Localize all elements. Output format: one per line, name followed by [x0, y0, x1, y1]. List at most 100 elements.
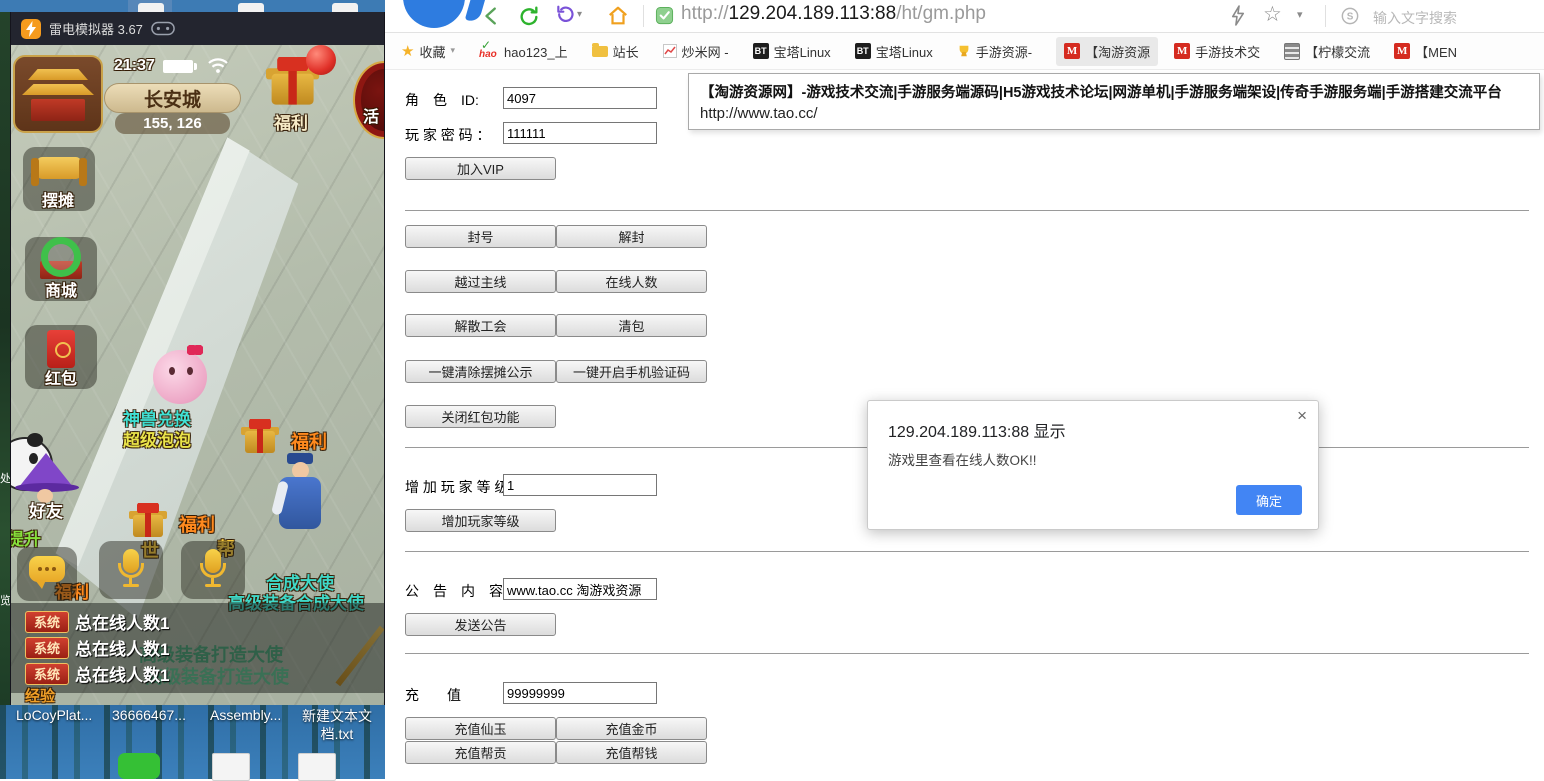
document-icon [1284, 43, 1300, 60]
recharge-banggong-button[interactable]: 充值帮贡 [405, 741, 556, 764]
unban-account-button[interactable]: 解封 [556, 225, 707, 248]
search-engine-icon[interactable]: S [1341, 7, 1359, 25]
pagoda-base [31, 99, 85, 121]
bookmarks-bar: ★ 收藏 ▾ hao✓ hao123_上 站长 炒米网 - BT 宝塔Linux… [385, 33, 1544, 70]
shield-icon[interactable] [655, 6, 674, 27]
desktop-icon-label[interactable]: Assembly... [210, 707, 281, 723]
welfare-npc-label: 福利 [179, 511, 215, 537]
desktop-icon-label[interactable]: 新建文本文档.txt [298, 707, 376, 743]
desktop-icon-label[interactable]: 36666467... [112, 707, 186, 723]
clear-bag-button[interactable]: 清包 [556, 314, 707, 337]
undo-icon[interactable] [555, 5, 575, 25]
m-site-icon: M [1394, 43, 1410, 59]
recharge-gold-button[interactable]: 充值金币 [556, 717, 707, 740]
enable-sms-verify-button[interactable]: 一键开启手机验证码 [556, 360, 707, 383]
world-voice-button[interactable] [99, 541, 163, 599]
desktop-doc-icon[interactable] [212, 753, 250, 781]
system-message-row: 系统 总在线人数1 [25, 635, 169, 660]
browser-logo-icon[interactable] [403, 0, 465, 28]
battery-icon [163, 60, 193, 73]
bookmark-baota-1[interactable]: BT 宝塔Linux [753, 42, 831, 61]
red-packet-button[interactable]: 红包 [25, 325, 97, 389]
wifi-icon [207, 57, 229, 74]
bookmark-label: hao123_上 [504, 42, 568, 61]
url-path: /ht/gm.php [896, 3, 986, 24]
disband-guild-button[interactable]: 解散工会 [405, 314, 556, 337]
bookmark-shouyou-jishu[interactable]: M 手游技术交 [1174, 42, 1260, 61]
mall-button[interactable]: 商城 [25, 237, 97, 301]
alert-ok-button[interactable]: 确定 [1236, 485, 1302, 515]
add-level-button[interactable]: 增加玩家等级 [405, 509, 556, 532]
bt-panel-icon: BT [753, 43, 769, 59]
bookmark-taoyou-ziyuan[interactable]: M 【淘游资源 [1056, 37, 1158, 66]
add-level-input[interactable] [503, 474, 657, 496]
password-label: 玩 家 密 码 ： [405, 125, 491, 145]
bookmark-baota-2[interactable]: BT 宝塔Linux [855, 42, 933, 61]
desktop-icon-label[interactable]: LoCoyPlat... [16, 707, 92, 723]
bookmark-ningmeng[interactable]: 【柠檬交流 [1284, 42, 1370, 61]
bookmark-chaomi[interactable]: 炒米网 - [663, 42, 729, 61]
clear-stall-notice-button[interactable]: 一键清除摆摊公示 [405, 360, 556, 383]
scroll-end [79, 158, 87, 186]
m-site-icon: M [1064, 43, 1080, 59]
bookmark-webmaster[interactable]: 站长 [592, 42, 639, 61]
online-count-button[interactable]: 在线人数 [556, 270, 707, 293]
refresh-icon[interactable] [518, 5, 540, 27]
join-vip-button[interactable]: 加入VIP [405, 157, 556, 180]
desktop-file-icon[interactable] [238, 3, 264, 12]
role-id-input[interactable] [503, 87, 657, 109]
chevron-down-icon[interactable]: ▾ [1297, 8, 1303, 21]
system-message: 总在线人数1 [75, 661, 169, 686]
bookmark-label: 手游技术交 [1195, 42, 1260, 61]
bookmark-hao123[interactable]: hao✓ hao123_上 [479, 42, 568, 61]
red-ball-icon [306, 45, 336, 75]
recharge-input[interactable] [503, 682, 657, 704]
desktop-file-icon[interactable] [138, 3, 164, 12]
trophy-icon [957, 44, 971, 58]
desktop-file-icon[interactable] [332, 3, 358, 12]
bookmark-label: 站长 [613, 42, 639, 61]
gamepad-icon[interactable] [151, 21, 175, 36]
home-icon[interactable] [607, 5, 629, 27]
bookmark-label: 手游资源- [976, 42, 1032, 61]
desktop-app-icon[interactable] [118, 753, 160, 779]
alert-message: 游戏里查看在线人数OK!! [888, 449, 1037, 469]
chat-button[interactable] [17, 547, 77, 601]
desktop-doc-icon[interactable] [298, 753, 336, 781]
chevron-down-icon: ▾ [450, 46, 455, 56]
red-packet-label: 红包 [45, 365, 77, 389]
add-level-label: 增 加 玩 家 等 级 : [405, 477, 516, 497]
recharge-xianyu-button[interactable]: 充值仙玉 [405, 717, 556, 740]
welfare-button-label[interactable]: 福利 [274, 109, 308, 134]
search-input[interactable]: 输入文字搜索 [1373, 8, 1457, 28]
ban-account-button[interactable]: 封号 [405, 225, 556, 248]
desktop-left-strip: 处 览 [0, 12, 10, 705]
stall-button[interactable]: 摆摊 [23, 147, 95, 211]
minimap-button[interactable] [13, 55, 103, 133]
friend-button-label[interactable]: 好友 [29, 497, 63, 522]
close-redpacket-button[interactable]: 关闭红包功能 [405, 405, 556, 428]
alert-close-icon[interactable]: × [1297, 407, 1307, 424]
skip-mainline-button[interactable]: 越过主线 [405, 270, 556, 293]
recharge-bangqian-button[interactable]: 充值帮钱 [556, 741, 707, 764]
chart-icon [663, 44, 677, 58]
lightning-icon[interactable] [1230, 5, 1246, 26]
favorite-star-icon[interactable]: ☆ [1263, 2, 1282, 26]
bookmark-label: 【淘游资源 [1085, 42, 1150, 61]
desktop-top-strip [0, 0, 385, 12]
password-input[interactable] [503, 122, 657, 144]
bookmark-shouyou-ziyuan[interactable]: 手游资源- [957, 42, 1032, 61]
bookmark-men[interactable]: M 【MEN [1394, 42, 1457, 61]
back-icon[interactable] [481, 5, 503, 27]
emulator-title-bar[interactable]: 雷电模拟器 3.67 [11, 12, 384, 45]
scroll-end [31, 158, 39, 186]
player-coordinates: 155, 126 [115, 113, 230, 134]
welfare-gift-icon[interactable] [129, 503, 167, 537]
send-notice-button[interactable]: 发送公告 [405, 613, 556, 636]
notice-input[interactable] [503, 578, 657, 600]
welfare-gift-icon[interactable] [241, 419, 279, 453]
address-bar-url[interactable]: http://129.204.189.113:88/ht/gm.php [681, 3, 986, 25]
activity-button-label[interactable]: 活 [363, 103, 379, 127]
undo-caret-icon[interactable]: ▾ [577, 9, 582, 20]
bookmark-favorites[interactable]: ★ 收藏 ▾ [401, 42, 455, 61]
